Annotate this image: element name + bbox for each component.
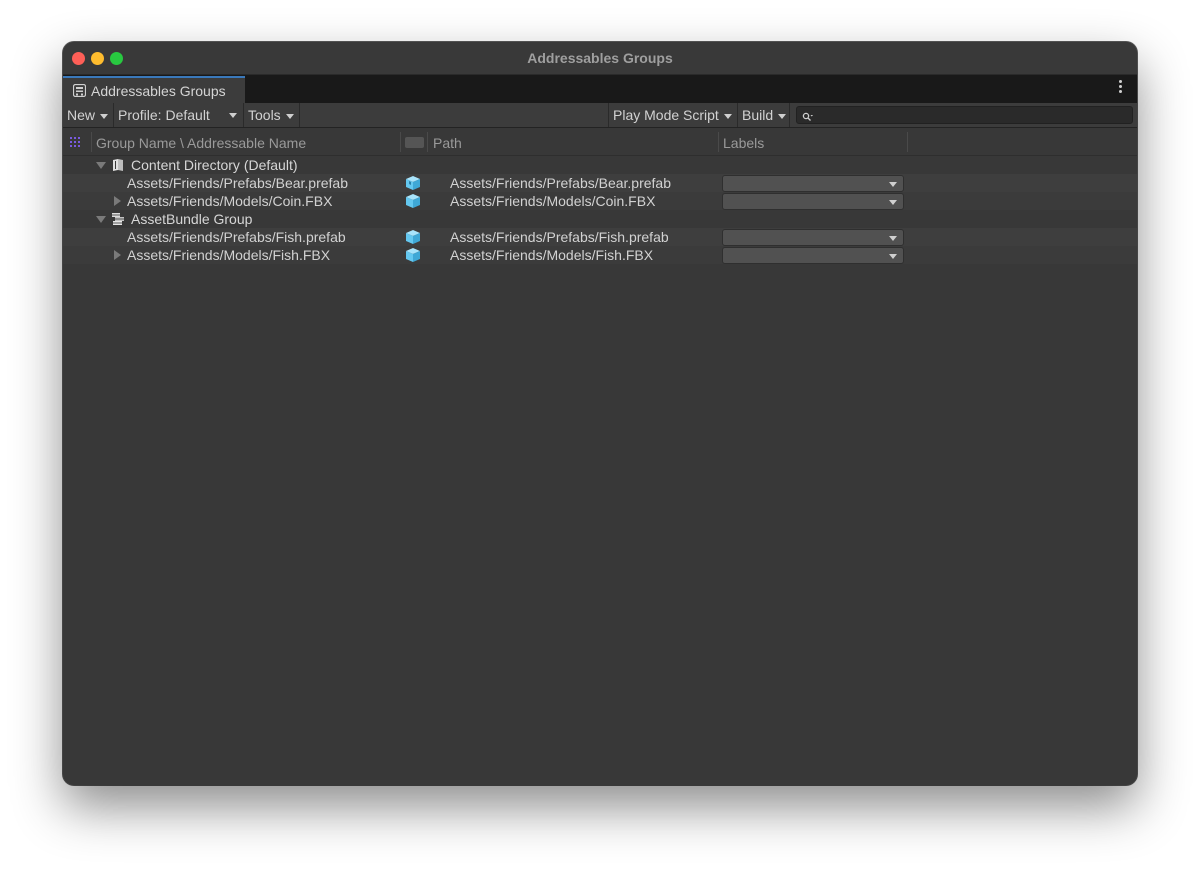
group-name: AssetBundle Group — [131, 211, 253, 227]
entry-row[interactable]: Assets/Friends/Prefabs/Fish.prefab Asset… — [63, 228, 1137, 246]
close-window-button[interactable] — [72, 52, 85, 65]
chevron-down-icon — [285, 113, 294, 119]
addressables-window: Addressables Groups Addressables Groups … — [63, 42, 1137, 785]
column-header-labels[interactable]: Labels — [723, 135, 764, 151]
addressable-name: Assets/Friends/Models/Coin.FBX — [127, 193, 333, 209]
column-header-icon[interactable] — [405, 137, 424, 148]
column-header-path[interactable]: Path — [433, 135, 462, 151]
entry-row[interactable]: Assets/Friends/Models/Fish.FBX Assets/Fr… — [63, 246, 1137, 264]
new-label: New — [67, 107, 96, 123]
addressable-name: Assets/Friends/Models/Fish.FBX — [127, 247, 331, 263]
groups-tree: Content Directory (Default) Assets/Frien… — [63, 156, 1137, 264]
search-icon — [802, 110, 814, 125]
chevron-down-icon — [778, 113, 787, 119]
play-mode-label: Play Mode Script — [613, 107, 719, 123]
expand-arrow-icon[interactable] — [96, 162, 106, 169]
entry-row[interactable]: Assets/Friends/Prefabs/Bear.prefab Asset… — [63, 174, 1137, 192]
new-dropdown-button[interactable]: New — [63, 103, 114, 127]
expand-arrow-icon[interactable] — [114, 250, 121, 260]
group-row[interactable]: AssetBundle Group — [63, 210, 1137, 228]
toolbar: New Profile: Default Tools Play Mode Scr… — [63, 103, 1137, 128]
asset-path: Assets/Friends/Models/Coin.FBX — [450, 193, 656, 209]
asset-path: Assets/Friends/Prefabs/Bear.prefab — [450, 175, 671, 191]
addressables-window-icon — [72, 83, 87, 100]
traffic-lights — [72, 52, 129, 65]
column-separator[interactable] — [400, 132, 401, 152]
more-options-icon[interactable] — [1119, 80, 1123, 95]
group-row[interactable]: Content Directory (Default) — [63, 156, 1137, 174]
play-mode-script-dropdown[interactable]: Play Mode Script — [608, 103, 738, 127]
chevron-down-icon — [100, 113, 109, 119]
addressable-name: Assets/Friends/Prefabs/Bear.prefab — [127, 175, 348, 191]
tab-addressables-groups[interactable]: Addressables Groups — [63, 76, 245, 103]
column-header: Group Name \ Addressable Name Path Label… — [63, 129, 1137, 156]
window-title: Addressables Groups — [527, 50, 673, 66]
chevron-down-icon — [889, 254, 897, 259]
column-options-grid-icon[interactable] — [70, 137, 82, 149]
column-separator[interactable] — [427, 132, 428, 152]
column-separator[interactable] — [907, 132, 908, 152]
build-label: Build — [742, 107, 774, 123]
tab-label: Addressables Groups — [91, 83, 226, 99]
group-name: Content Directory (Default) — [131, 157, 298, 173]
asset-path: Assets/Friends/Prefabs/Fish.prefab — [450, 229, 669, 245]
chevron-down-icon — [889, 200, 897, 205]
tab-bar: Addressables Groups — [63, 75, 1137, 103]
labels-dropdown[interactable] — [722, 193, 904, 210]
tools-label: Tools — [248, 107, 281, 123]
expand-arrow-icon[interactable] — [114, 196, 121, 206]
tools-dropdown-button[interactable]: Tools — [244, 103, 300, 127]
profile-label: Profile: Default — [118, 107, 210, 123]
chevron-down-icon — [229, 113, 237, 118]
addressable-name: Assets/Friends/Prefabs/Fish.prefab — [127, 229, 346, 245]
column-separator[interactable] — [718, 132, 719, 152]
column-separator[interactable] — [91, 132, 92, 152]
build-dropdown-button[interactable]: Build — [738, 103, 790, 127]
chevron-down-icon — [889, 182, 897, 187]
zoom-window-button[interactable] — [110, 52, 123, 65]
search-input[interactable] — [796, 106, 1133, 124]
model-cube-icon — [405, 247, 421, 267]
chevron-down-icon — [889, 236, 897, 241]
column-header-name[interactable]: Group Name \ Addressable Name — [96, 135, 306, 151]
labels-dropdown[interactable] — [722, 229, 904, 246]
entry-row[interactable]: Assets/Friends/Models/Coin.FBX Assets/Fr… — [63, 192, 1137, 210]
asset-path: Assets/Friends/Models/Fish.FBX — [450, 247, 654, 263]
profile-dropdown-button[interactable]: Profile: Default — [114, 103, 244, 127]
title-bar[interactable]: Addressables Groups — [63, 42, 1137, 75]
expand-arrow-icon[interactable] — [96, 216, 106, 223]
chevron-down-icon — [723, 113, 732, 119]
labels-dropdown[interactable] — [722, 247, 904, 264]
minimize-window-button[interactable] — [91, 52, 104, 65]
labels-dropdown[interactable] — [722, 175, 904, 192]
